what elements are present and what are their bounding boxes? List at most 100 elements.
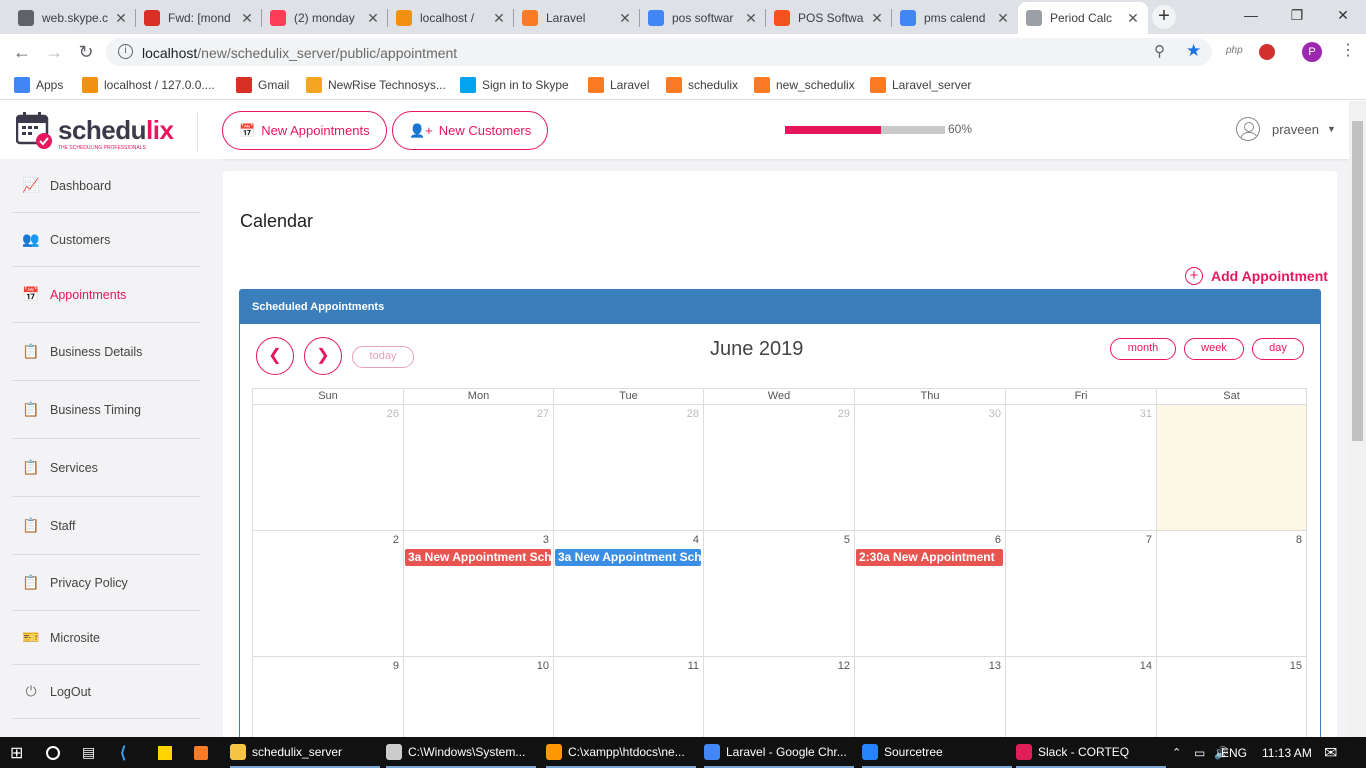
sidebar-item-privacy-policy[interactable]: 📋 Privacy Policy — [12, 555, 200, 611]
bookmark-item[interactable]: Apps — [14, 76, 63, 94]
network-icon[interactable]: ▭ — [1194, 737, 1205, 768]
sticky-app-icon[interactable] — [158, 737, 172, 768]
day-cell[interactable]: 31 — [1005, 405, 1156, 531]
notifications-icon[interactable]: ✉ — [1324, 737, 1337, 768]
browser-tab[interactable]: localhost / ✕ — [388, 2, 514, 34]
close-icon[interactable]: ✕ — [744, 10, 758, 27]
sidebar-item-microsite[interactable]: 🎫 Microsite — [12, 611, 200, 665]
taskbar-app[interactable]: C:\xampp\htdocs\ne... — [546, 737, 696, 768]
php-extension-icon[interactable]: php — [1226, 45, 1243, 56]
calendar-event[interactable]: 2:30a New Appointment — [856, 549, 1003, 566]
bookmark-item[interactable]: Sign in to Skype — [460, 76, 569, 94]
browser-tab[interactable]: POS Softwa ✕ — [766, 2, 892, 34]
taskbar-app[interactable]: Slack - CORTEQ — [1016, 737, 1166, 768]
close-icon[interactable]: ✕ — [366, 10, 380, 27]
day-cell[interactable]: 7 — [1005, 531, 1156, 657]
new-customers-button[interactable]: 👤+ New Customers — [392, 111, 549, 150]
sidebar-item-appointments[interactable]: 📅 Appointments — [12, 267, 200, 323]
day-cell[interactable]: 13 — [854, 657, 1005, 737]
forward-icon[interactable]: → — [42, 40, 66, 64]
new-tab-button[interactable]: + — [1152, 5, 1176, 29]
week-view-button[interactable]: week — [1184, 338, 1244, 360]
browser-tab[interactable]: pos softwar ✕ — [640, 2, 766, 34]
month-view-button[interactable]: month — [1110, 338, 1176, 360]
sidebar-item-staff[interactable]: 📋 Staff — [12, 497, 200, 555]
bookmark-item[interactable]: new_schedulix — [754, 76, 855, 94]
taskbar-app[interactable]: schedulix_server — [230, 737, 380, 768]
day-cell[interactable]: 11 — [553, 657, 703, 737]
task-view-icon[interactable]: ▤ — [82, 737, 95, 768]
day-cell[interactable]: 30 — [854, 405, 1005, 531]
day-cell[interactable]: 9 — [252, 657, 403, 737]
browser-tab[interactable]: (2) monday ✕ — [262, 2, 388, 34]
prev-month-button[interactable]: ❮ — [256, 337, 294, 375]
address-bar[interactable]: i localhost/new/schedulix_server/public/… — [106, 38, 1212, 66]
browser-tab[interactable]: web.skype.c ✕ — [10, 2, 136, 34]
bookmark-item[interactable]: schedulix — [666, 76, 738, 94]
day-cell[interactable]: 15 — [1156, 657, 1307, 737]
day-cell[interactable]: 14 — [1005, 657, 1156, 737]
day-cell[interactable]: 28 — [553, 405, 703, 531]
xampp-icon[interactable] — [194, 737, 208, 768]
close-icon[interactable]: ✕ — [240, 10, 254, 27]
close-icon[interactable]: ✕ — [492, 10, 506, 27]
next-month-button[interactable]: ❯ — [304, 337, 342, 375]
day-cell[interactable]: 29 — [703, 405, 854, 531]
user-menu[interactable]: praveen ▼ — [1236, 117, 1336, 141]
windows-start-icon[interactable]: ⊞ — [10, 737, 23, 768]
bookmark-item[interactable]: localhost / 127.0.0.... — [82, 76, 215, 94]
browser-tab[interactable]: Period Calc ✕ — [1018, 2, 1148, 34]
sidebar-item-services[interactable]: 📋 Services — [12, 439, 200, 497]
info-icon[interactable]: i — [118, 44, 133, 59]
day-cell[interactable] — [1156, 405, 1307, 531]
bookmark-item[interactable]: Gmail — [236, 76, 289, 94]
sidebar-item-logout[interactable]: ⏻ LogOut — [12, 665, 200, 719]
close-window-button[interactable]: ✕ — [1320, 0, 1366, 30]
reload-icon[interactable]: ↻ — [74, 40, 98, 64]
day-cell[interactable]: 5 — [703, 531, 854, 657]
bookmark-star-icon[interactable]: ★ — [1186, 41, 1201, 61]
taskbar-app[interactable]: Laravel - Google Chr... — [704, 737, 854, 768]
taskbar-app[interactable]: C:\Windows\System... — [386, 737, 536, 768]
close-icon[interactable]: ✕ — [870, 10, 884, 27]
browser-tab[interactable]: Laravel ✕ — [514, 2, 640, 34]
scrollbar-thumb[interactable] — [1352, 121, 1363, 441]
day-cell[interactable]: 12 — [703, 657, 854, 737]
language-indicator[interactable]: ENG — [1221, 737, 1247, 768]
close-icon[interactable]: ✕ — [618, 10, 632, 27]
calendar-event[interactable]: 3a New Appointment Scheduled — [405, 549, 551, 566]
add-appointment-button[interactable]: + Add Appointment — [1185, 267, 1328, 285]
close-icon[interactable]: ✕ — [996, 10, 1010, 27]
bookmark-item[interactable]: Laravel — [588, 76, 649, 94]
taskbar-app[interactable]: Sourcetree — [862, 737, 1012, 768]
calendar-event[interactable]: 3a New Appointment Scheduled — [555, 549, 701, 566]
browser-tab[interactable]: Fwd: [mond ✕ — [136, 2, 262, 34]
close-icon[interactable]: ✕ — [1126, 10, 1140, 27]
day-view-button[interactable]: day — [1252, 338, 1304, 360]
browser-tab[interactable]: pms calend ✕ — [892, 2, 1018, 34]
day-cell[interactable]: 10 — [403, 657, 553, 737]
minimize-button[interactable]: — — [1228, 0, 1274, 30]
cortana-search-icon[interactable] — [46, 737, 60, 768]
new-appointments-button[interactable]: 📅 New Appointments — [222, 111, 387, 150]
close-icon[interactable]: ✕ — [114, 10, 128, 27]
sidebar-item-dashboard[interactable]: 📈 Dashboard — [12, 159, 200, 213]
sidebar-item-business-details[interactable]: 📋 Business Details — [12, 323, 200, 381]
zoom-icon[interactable]: ⚲ — [1154, 42, 1165, 60]
adblock-extension-icon[interactable] — [1259, 44, 1275, 60]
sidebar-item-business-timing[interactable]: 📋 Business Timing — [12, 381, 200, 439]
day-cell[interactable]: 27 — [403, 405, 553, 531]
today-button[interactable]: today — [352, 346, 414, 368]
day-cell[interactable]: 8 — [1156, 531, 1307, 657]
bookmark-item[interactable]: Laravel_server — [870, 76, 971, 94]
day-cell[interactable]: 26 — [252, 405, 403, 531]
sidebar-item-customers[interactable]: 👥 Customers — [12, 213, 200, 267]
back-icon[interactable]: ← — [10, 40, 34, 64]
day-cell[interactable]: 2 — [252, 531, 403, 657]
schedulix-logo[interactable]: schedulix THE SCHEDULING PROFESSIONALS — [16, 111, 174, 151]
bookmark-item[interactable]: NewRise Technosys... — [306, 76, 446, 94]
clock[interactable]: 11:13 AM — [1262, 737, 1312, 768]
browser-menu-icon[interactable]: ⋮ — [1340, 40, 1356, 60]
tray-chevron-up-icon[interactable]: ⌃ — [1172, 737, 1181, 768]
maximize-button[interactable]: ❐ — [1274, 0, 1320, 30]
